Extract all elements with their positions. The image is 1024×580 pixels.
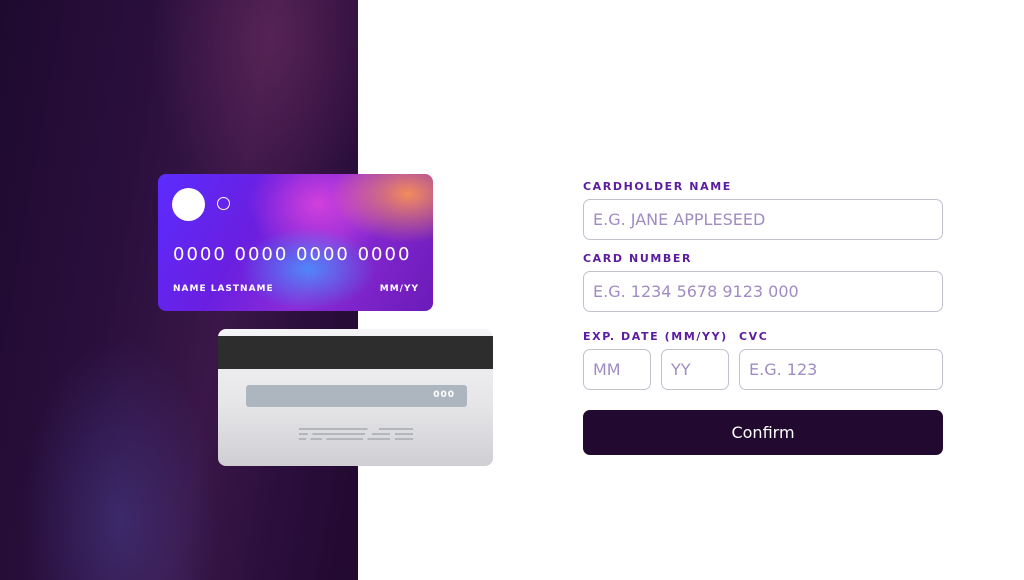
confirm-button[interactable]: Confirm bbox=[583, 410, 943, 455]
cardholder-group: CARDHOLDER NAME bbox=[583, 180, 943, 240]
cardholder-label: CARDHOLDER NAME bbox=[583, 180, 732, 193]
page: 0000 0000 0000 0000 NAME LASTNAME MM/YY … bbox=[0, 0, 1024, 580]
expiry-year-input[interactable] bbox=[661, 349, 729, 390]
expiry-group: EXP. DATE (MM/YY) bbox=[583, 330, 729, 390]
card-number-input[interactable] bbox=[583, 271, 943, 312]
card-holder-display: NAME LASTNAME bbox=[173, 284, 274, 294]
card-logo-ring-icon bbox=[217, 197, 230, 210]
expiry-month-input[interactable] bbox=[583, 349, 651, 390]
card-number-display: 0000 0000 0000 0000 bbox=[173, 244, 412, 265]
expiry-inputs bbox=[583, 349, 729, 390]
card-logo-circle-icon bbox=[172, 188, 205, 221]
card-details-form: CARDHOLDER NAME CARD NUMBER EXP. DATE (M… bbox=[583, 180, 943, 455]
card-expiry-display: MM/YY bbox=[379, 284, 419, 294]
card-number-label: CARD NUMBER bbox=[583, 252, 693, 265]
cvc-group: CVC bbox=[739, 330, 943, 390]
signature-strip: 000 bbox=[246, 385, 467, 407]
card-fine-print bbox=[299, 428, 413, 443]
card-cvc-display: 000 bbox=[433, 390, 455, 400]
cardholder-name-input[interactable] bbox=[583, 199, 943, 240]
expiry-cvc-row: EXP. DATE (MM/YY) CVC bbox=[583, 330, 943, 390]
fine-print-line bbox=[299, 433, 413, 435]
card-front-preview: 0000 0000 0000 0000 NAME LASTNAME MM/YY bbox=[158, 174, 433, 311]
card-number-group: CARD NUMBER bbox=[583, 252, 943, 312]
cvc-label: CVC bbox=[739, 330, 769, 343]
card-back-preview: 000 bbox=[218, 329, 493, 466]
expiry-label: EXP. DATE (MM/YY) bbox=[583, 330, 728, 343]
magnetic-stripe bbox=[218, 336, 493, 369]
fine-print-line bbox=[299, 438, 413, 440]
fine-print-line bbox=[299, 428, 413, 430]
cvc-input[interactable] bbox=[739, 349, 943, 390]
